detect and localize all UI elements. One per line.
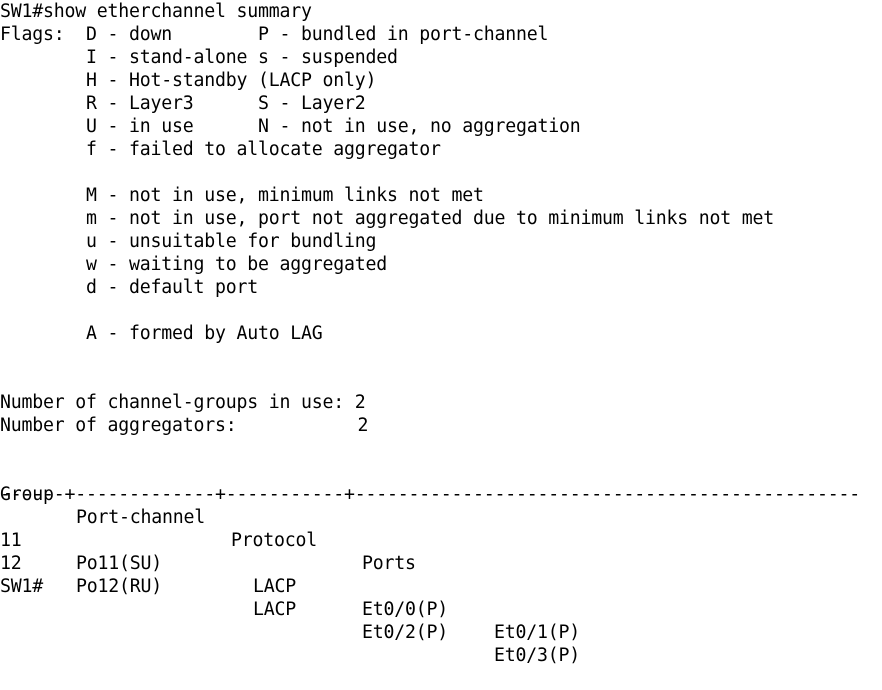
table-separator: ------+-------------+-----------+-------… [0,484,860,505]
table-row: 12 Po12(RU) LACP Et0/2(P) Et0/3(P) [0,529,882,666]
channel-groups-label: Number of channel-groups in use: [0,392,344,413]
flag-line: Flags: D - down P - bundled in port-chan… [0,24,549,45]
flag-line: H - Hot-standby (LACP only) [0,70,377,91]
flag-line: M - not in use, minimum links not met [0,185,484,206]
command: show etherchannel summary [43,1,312,22]
cell-port: Et0/3(P) [494,645,580,666]
cell-port-channel: Po11(SU) [76,553,162,574]
flag-line: I - stand-alone s - suspended [0,47,398,68]
header-ports: Ports [362,553,416,574]
command-line: SW1#show etherchannel summary [0,0,312,23]
flag-line: R - Layer3 S - Layer2 [0,93,366,114]
flag-line: A - formed by Auto LAG [0,323,323,344]
flag-line: m - not in use, port not aggregated due … [0,208,774,229]
cell-port: Et0/0(P) [362,599,448,620]
channel-groups-value: 2 [354,392,366,413]
table-row: 11 Po11(SU) LACP Et0/0(P) Et0/1(P) [0,506,882,643]
cell-group: 12 [0,553,22,574]
cell-port: Et0/1(P) [494,622,580,643]
flag-line: w - waiting to be aggregated [0,254,387,275]
flag-line: d - default port [0,277,258,298]
channel-groups-count: Number of channel-groups in use: 2 [0,391,366,414]
aggregators-value: 2 [357,415,369,436]
aggregators-label: Number of aggregators: [0,415,237,436]
cell-protocol: LACP [253,599,296,620]
cell-port: Et0/2(P) [362,622,448,643]
flag-line: U - in use N - not in use, no aggregatio… [0,116,581,137]
flag-line: u - unsuitable for bundling [0,231,377,252]
table-header: Group Port-channel Protocol Ports [0,460,882,574]
aggregators-count: Number of aggregators: 2 [0,414,368,437]
terminal-window[interactable]: SW1#show etherchannel summary Flags: D -… [0,0,882,666]
flag-line: f - failed to allocate aggregator [0,139,441,160]
cell-port-channel: Po12(RU) [76,576,162,597]
prompt: SW1# [0,1,43,22]
final-prompt[interactable]: SW1# [0,575,43,598]
cell-protocol: LACP [253,576,296,597]
